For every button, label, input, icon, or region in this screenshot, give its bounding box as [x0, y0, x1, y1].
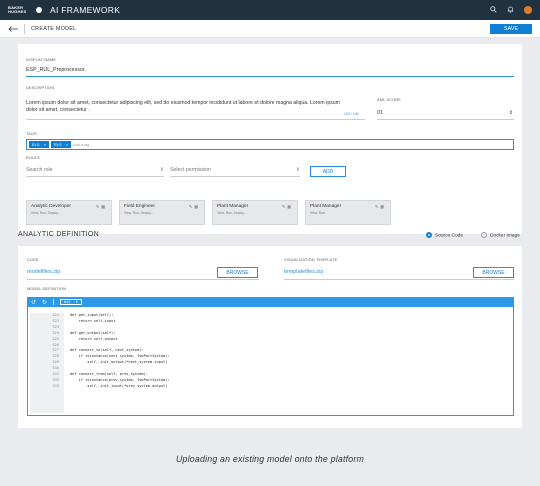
tags-input[interactable]: ELS × RLS × Add a tag...	[26, 139, 514, 150]
sort-arrows-icon: ⇕	[159, 167, 164, 173]
code-editor[interactable]: 521 522 523 524 525 526 527 528 529 530 531 532 533 …	[27, 307, 514, 416]
divider	[53, 299, 55, 305]
line-numbers: 521 522 523 524 525 526 527 528 529 530 531 532 533	[30, 313, 64, 413]
divider	[24, 23, 25, 34]
trash-icon[interactable]: ▦	[287, 204, 293, 209]
trash-icon[interactable]: ▦	[194, 204, 200, 209]
language-select[interactable]: text ▾	[60, 299, 82, 305]
app-name: AI FRAMEWORK	[50, 5, 121, 15]
code-label: CODE	[27, 258, 39, 262]
role-permissions: View, Run, Deploy...	[124, 211, 154, 215]
role-card[interactable]: Analytic Developer View, Run, Deploy... …	[26, 200, 112, 225]
trash-icon[interactable]: ▦	[380, 204, 386, 209]
aml-score-select[interactable]: 01 ⇕	[377, 110, 514, 120]
char-count: 103 / 140	[344, 112, 359, 116]
role-permissions: View, Run, Deploy...	[217, 211, 247, 215]
caret-down-icon: ▾	[75, 300, 78, 304]
model-definition-label: MODEL DEFINITION	[27, 287, 67, 291]
browse-code-button[interactable]: BROWSE	[217, 267, 258, 278]
role-card[interactable]: Field Engineer View, Run, Deploy... ✎▦	[119, 200, 205, 225]
page-header: CREATE MODEL SAVE	[0, 20, 540, 38]
bell-icon[interactable]	[507, 6, 514, 15]
permission-select[interactable]: Select permission ⇕	[170, 167, 300, 177]
aml-score-label: AML SCORE	[377, 98, 402, 102]
radio-unselected-icon	[481, 232, 487, 238]
save-button[interactable]: SAVE	[490, 23, 532, 34]
code-editor-toolbar: ↺ ↻ text ▾	[27, 297, 514, 307]
close-icon[interactable]: ×	[44, 142, 46, 147]
redo-icon[interactable]: ↻	[42, 299, 47, 306]
sort-arrows-icon: ⇕	[295, 167, 300, 173]
radio-selected-icon	[426, 232, 432, 238]
browse-visualization-button[interactable]: BROWSE	[473, 267, 514, 278]
top-bar: BAKER HUGHES AI FRAMEWORK	[0, 0, 540, 20]
user-avatar[interactable]	[524, 6, 532, 14]
source-code-radio[interactable]: Source Code	[426, 232, 463, 238]
tags-label: TAGS	[26, 132, 37, 136]
close-icon[interactable]: ×	[66, 142, 68, 147]
analytic-definition-title: ANALYTIC DEFINITION	[18, 231, 100, 238]
display-name-input[interactable]: ESP_RUL_Preprocessor	[26, 67, 514, 77]
display-name-label: DISPLAY NAME	[26, 58, 57, 62]
tag-placeholder: Add a tag...	[73, 142, 93, 147]
docker-image-radio[interactable]: Docker Image	[481, 232, 520, 238]
roles-label: ROLES	[26, 156, 40, 160]
sort-arrows-icon: ⇕	[508, 110, 513, 116]
role-permissions: View, Run, Deploy...	[31, 211, 61, 215]
tag-chip[interactable]: RLS ×	[50, 141, 72, 148]
line-number: 533	[52, 383, 60, 388]
role-card[interactable]: Plant Manager View, Run ✎▦	[305, 200, 391, 225]
role-permissions: View, Run	[310, 211, 325, 215]
logo: BAKER HUGHES	[8, 5, 27, 14]
trash-icon[interactable]: ▦	[101, 204, 107, 209]
tag-chip[interactable]: ELS ×	[29, 141, 49, 148]
visualization-template-label: VISUALIZATION TEMPLATE	[284, 258, 338, 262]
search-icon[interactable]	[490, 5, 497, 15]
add-role-button[interactable]: ADD	[310, 166, 346, 177]
logo-mark-icon	[36, 7, 42, 13]
description-input[interactable]: Lorem ipsum dolor sit amet, consectetur …	[26, 100, 348, 114]
search-role-input[interactable]: Search role ⇕	[26, 167, 164, 177]
description-label: DESCRIPTION	[26, 86, 55, 90]
aml-score-value: 01	[377, 110, 383, 116]
page-title: CREATE MODEL	[31, 25, 77, 32]
arrow-left-icon[interactable]	[8, 24, 18, 34]
role-card[interactable]: Plant Manager View, Run, Deploy... ✎▦	[212, 200, 298, 225]
undo-icon[interactable]: ↺	[31, 299, 36, 306]
description-underline	[26, 119, 365, 120]
code-content[interactable]: def get_input(self): return self.input d…	[70, 313, 170, 390]
figure-caption: Uploading an existing model onto the pla…	[0, 432, 540, 486]
